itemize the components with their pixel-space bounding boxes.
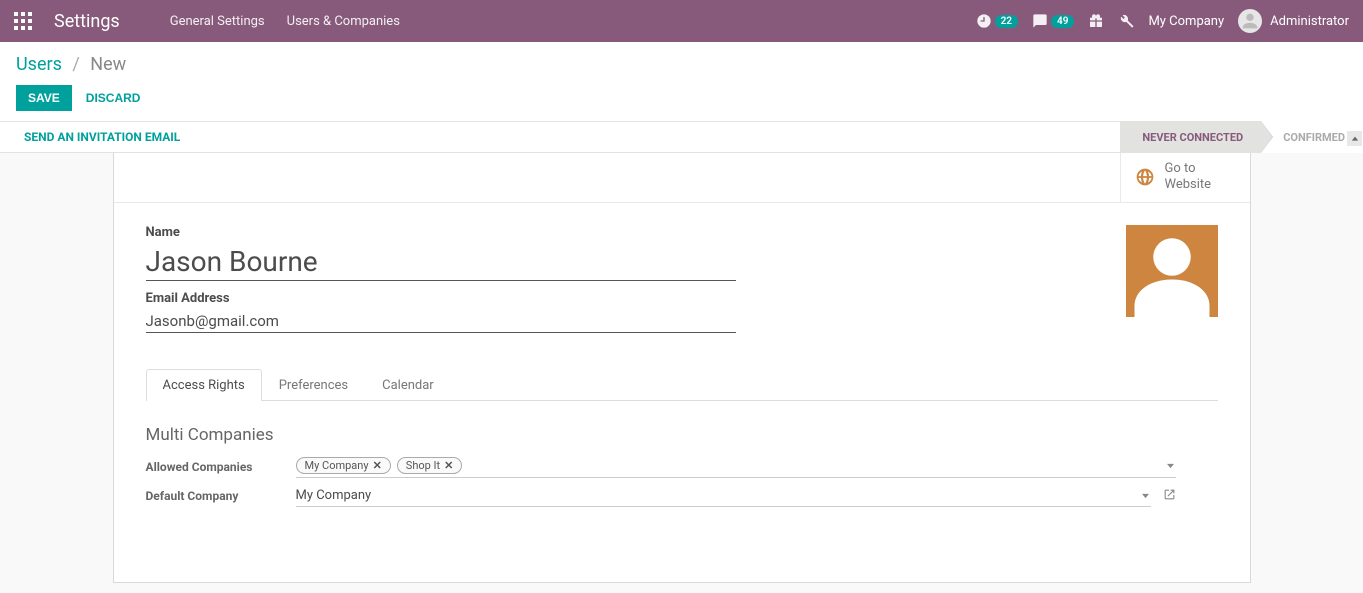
user-image[interactable] <box>1126 225 1218 317</box>
tabs: Access Rights Preferences Calendar <box>146 369 1218 401</box>
nav-general-settings[interactable]: General Settings <box>170 14 265 29</box>
control-panel: Users / New SAVE DISCARD <box>0 42 1363 121</box>
default-company-row: Default Company My Company <box>146 486 1218 507</box>
form-sheet: Go to Website Name Email Address Access … <box>113 153 1251 583</box>
breadcrumb-current: New <box>90 54 126 75</box>
gift-icon[interactable] <box>1088 13 1104 29</box>
allowed-companies-label: Allowed Companies <box>146 460 296 474</box>
breadcrumb-separator: / <box>72 54 79 75</box>
discard-button[interactable]: DISCARD <box>86 91 141 105</box>
module-title: Settings <box>54 11 120 32</box>
wrench-icon[interactable] <box>1118 13 1134 29</box>
remove-tag-my-company[interactable]: ✕ <box>373 459 382 472</box>
remove-tag-shop-it[interactable]: ✕ <box>444 459 453 472</box>
default-company-value: My Company <box>296 488 372 503</box>
user-name-label: Administrator <box>1270 14 1349 29</box>
apps-menu-icon[interactable] <box>14 12 32 30</box>
tab-preferences[interactable]: Preferences <box>262 369 365 401</box>
section-multi-companies: Multi Companies <box>146 425 1218 445</box>
company-switcher[interactable]: My Company <box>1148 14 1224 29</box>
user-avatar-icon <box>1238 9 1262 33</box>
email-input[interactable] <box>146 308 736 333</box>
allowed-companies-dropdown-icon[interactable] <box>1167 458 1174 473</box>
tag-my-company: My Company ✕ <box>296 457 391 474</box>
activity-indicator[interactable]: 22 <box>976 13 1018 29</box>
chat-icon <box>1032 13 1048 29</box>
tab-access-rights[interactable]: Access Rights <box>146 369 262 401</box>
allowed-companies-row: Allowed Companies My Company ✕ Shop It ✕ <box>146 457 1218 478</box>
default-company-select[interactable]: My Company <box>296 486 1151 507</box>
allowed-companies-field[interactable]: My Company ✕ Shop It ✕ <box>296 457 1176 478</box>
name-field-group: Name <box>146 225 736 281</box>
email-field-group: Email Address <box>146 291 736 333</box>
discuss-count: 49 <box>1051 15 1074 28</box>
discuss-indicator[interactable]: 49 <box>1032 13 1074 29</box>
status-never-connected[interactable]: NEVER CONNECTED <box>1120 121 1261 153</box>
nav-menu: General Settings Users & Companies <box>170 14 422 29</box>
breadcrumb-users[interactable]: Users <box>16 54 62 75</box>
navbar-right: 22 49 My Company Administrator <box>976 9 1363 33</box>
statusbar-row: SEND AN INVITATION EMAIL NEVER CONNECTED… <box>0 121 1363 153</box>
tag-shop-it: Shop It ✕ <box>397 457 463 474</box>
clock-icon <box>976 13 992 29</box>
control-actions: SAVE DISCARD <box>16 85 1347 111</box>
statusbar: NEVER CONNECTED CONFIRMED <box>1120 121 1363 153</box>
globe-icon <box>1135 167 1155 187</box>
default-company-label: Default Company <box>146 489 296 503</box>
tab-calendar[interactable]: Calendar <box>365 369 451 401</box>
external-link-icon[interactable] <box>1163 488 1176 505</box>
send-invitation-button[interactable]: SEND AN INVITATION EMAIL <box>24 130 180 144</box>
default-company-dropdown-icon[interactable] <box>1142 488 1149 503</box>
name-label: Name <box>146 225 736 240</box>
scroll-up-arrow[interactable] <box>1347 131 1362 146</box>
breadcrumb: Users / New <box>16 54 1347 75</box>
sheet-body: Name Email Address Access Rights Prefere… <box>114 203 1250 537</box>
navbar: Settings General Settings Users & Compan… <box>0 0 1363 42</box>
go-to-website-label: Go to Website <box>1165 161 1212 194</box>
nav-users-companies[interactable]: Users & Companies <box>287 14 400 29</box>
go-to-website-button[interactable]: Go to Website <box>1120 153 1250 202</box>
activity-count: 22 <box>995 15 1018 28</box>
sheet-background: Go to Website Name Email Address Access … <box>0 153 1363 583</box>
email-label: Email Address <box>146 291 736 306</box>
button-box: Go to Website <box>114 153 1250 203</box>
user-menu[interactable]: Administrator <box>1238 9 1349 33</box>
name-input[interactable] <box>146 242 736 281</box>
save-button[interactable]: SAVE <box>16 85 72 111</box>
